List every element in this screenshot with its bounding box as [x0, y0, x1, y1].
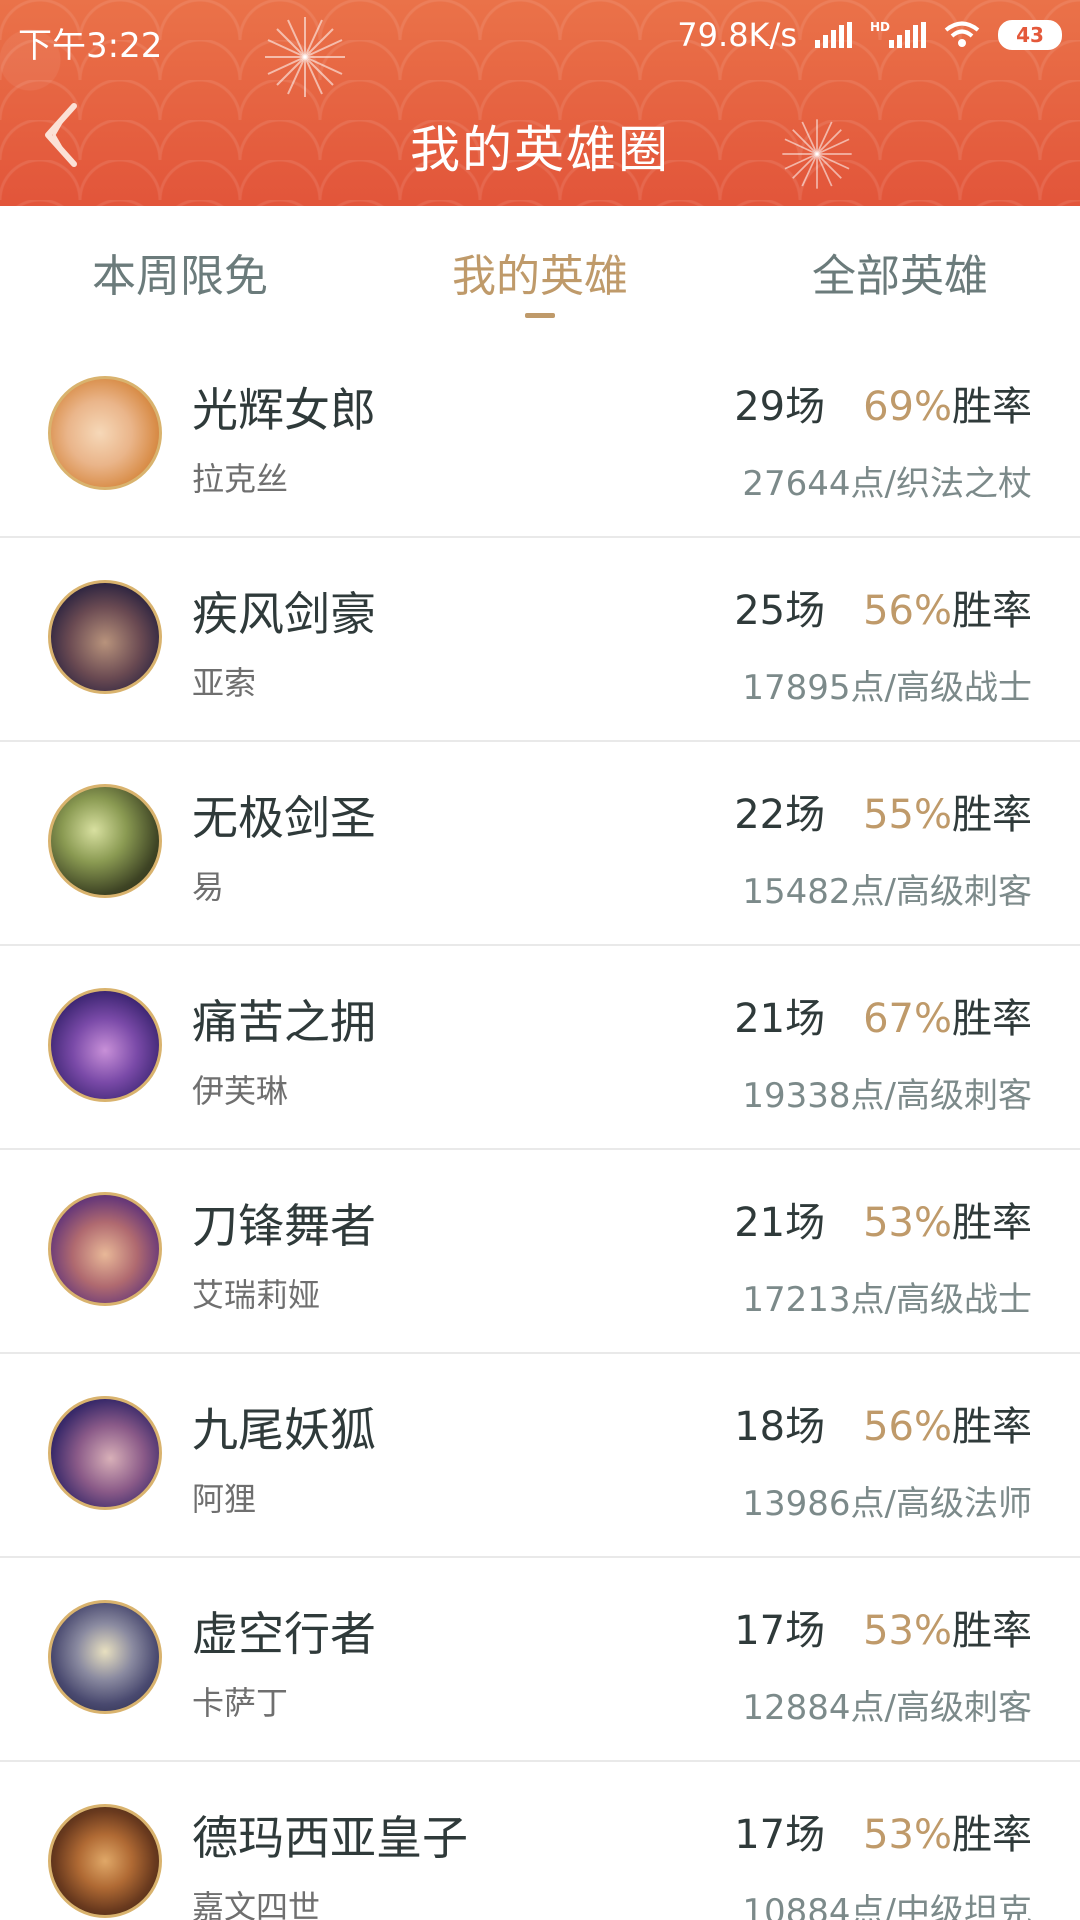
win-rate: 56% [863, 1404, 952, 1450]
win-rate: 67% [863, 996, 952, 1042]
avatar [48, 1600, 162, 1714]
hero-name: 艾瑞莉娅 [192, 1276, 321, 1314]
hero-stats: 18场 56%胜率 [734, 1394, 1032, 1452]
win-rate-label: 胜率 [952, 1608, 1032, 1654]
win-rate-label: 胜率 [952, 384, 1032, 430]
hero-stats: 29场 69%胜率 [734, 374, 1032, 432]
hero-title: 虚空行者 [192, 1607, 376, 1661]
tab-indicator [525, 313, 555, 318]
win-rate: 69% [863, 384, 952, 430]
win-rate: 55% [863, 792, 952, 838]
avatar [48, 784, 162, 898]
avatar [48, 988, 162, 1102]
hero-row[interactable]: 疾风剑豪 亚索 25场 56%胜率 17895点/高级战士 [0, 538, 1080, 742]
hero-name: 易 [192, 868, 225, 906]
win-rate-label: 胜率 [952, 792, 1032, 838]
signal-icon [814, 22, 852, 48]
hero-stats: 22场 55%胜率 [734, 782, 1032, 840]
hero-title: 疾风剑豪 [192, 587, 376, 641]
win-rate-label: 胜率 [952, 1404, 1032, 1450]
tab-label: 我的英雄 [452, 251, 628, 302]
win-rate-label: 胜率 [952, 1812, 1032, 1858]
hero-points: 12884点/高级刺客 [742, 1688, 1032, 1728]
network-speed: 79.8K/s [677, 16, 797, 54]
hero-title: 光辉女郎 [192, 383, 376, 437]
hero-row[interactable]: 虚空行者 卡萨丁 17场 53%胜率 12884点/高级刺客 [0, 1558, 1080, 1762]
hero-stats: 17场 53%胜率 [734, 1598, 1032, 1656]
avatar [48, 580, 162, 694]
tab-label: 全部英雄 [812, 251, 988, 302]
hero-points: 27644点/织法之杖 [742, 464, 1032, 504]
hero-points: 17895点/高级战士 [742, 668, 1032, 708]
games-count: 18场 [734, 1404, 826, 1450]
avatar [48, 1804, 162, 1918]
tab-all-heroes[interactable]: 全部英雄 [720, 206, 1080, 334]
tab-label: 本周限免 [92, 251, 268, 302]
hero-name: 拉克丝 [192, 460, 289, 498]
hero-points: 10884点/中级坦克 [742, 1892, 1032, 1920]
tab-my-heroes[interactable]: 我的英雄 [360, 206, 720, 334]
status-indicators: 79.8K/s HD 43 [677, 16, 1062, 54]
win-rate-label: 胜率 [952, 996, 1032, 1042]
tab-weekly-free[interactable]: 本周限免 [0, 206, 360, 334]
hero-row[interactable]: 痛苦之拥 伊芙琳 21场 67%胜率 19338点/高级刺客 [0, 946, 1080, 1150]
games-count: 17场 [734, 1608, 826, 1654]
games-count: 17场 [734, 1812, 826, 1858]
tab-bar: 本周限免 我的英雄 全部英雄 [0, 206, 1080, 334]
hero-name: 伊芙琳 [192, 1072, 289, 1110]
win-rate: 53% [863, 1608, 952, 1654]
hd-signal-icon: HD [869, 20, 926, 48]
hero-title: 刀锋舞者 [192, 1199, 376, 1253]
hero-row[interactable]: 无极剑圣 易 22场 55%胜率 15482点/高级刺客 [0, 742, 1080, 946]
win-rate-label: 胜率 [952, 588, 1032, 634]
page-title: 我的英雄圈 [410, 121, 670, 179]
games-count: 25场 [734, 588, 826, 634]
win-rate: 53% [863, 1812, 952, 1858]
hero-stats: 21场 53%胜率 [734, 1190, 1032, 1248]
hero-points: 19338点/高级刺客 [742, 1076, 1032, 1116]
hero-name: 阿狸 [192, 1480, 257, 1518]
games-count: 21场 [734, 996, 826, 1042]
hero-name: 亚索 [192, 664, 257, 702]
hd-label: HD [869, 20, 890, 34]
hero-row[interactable]: 德玛西亚皇子 嘉文四世 17场 53%胜率 10884点/中级坦克 [0, 1762, 1080, 1920]
games-count: 21场 [734, 1200, 826, 1246]
hero-title: 德玛西亚皇子 [192, 1811, 468, 1865]
hero-row[interactable]: 光辉女郎 拉克丝 29场 69%胜率 27644点/织法之杖 [0, 334, 1080, 538]
hero-name: 嘉文四世 [192, 1888, 321, 1920]
avatar [48, 1396, 162, 1510]
games-count: 29场 [734, 384, 826, 430]
hero-stats: 25场 56%胜率 [734, 578, 1032, 636]
win-rate: 53% [863, 1200, 952, 1246]
win-rate-label: 胜率 [952, 1200, 1032, 1246]
status-bar: 下午3:22 79.8K/s HD 43 [0, 0, 1080, 74]
wifi-icon [944, 21, 980, 47]
hero-title: 九尾妖狐 [192, 1403, 376, 1457]
hero-points: 13986点/高级法师 [742, 1484, 1032, 1524]
app-header: 下午3:22 79.8K/s HD 43 我的英雄圈 [0, 0, 1080, 206]
hero-points: 17213点/高级战士 [742, 1280, 1032, 1320]
battery-icon: 43 [998, 20, 1062, 50]
hero-row[interactable]: 九尾妖狐 阿狸 18场 56%胜率 13986点/高级法师 [0, 1354, 1080, 1558]
hero-points: 15482点/高级刺客 [742, 872, 1032, 912]
status-time: 下午3:22 [18, 26, 163, 66]
avatar [48, 1192, 162, 1306]
hero-title: 痛苦之拥 [192, 995, 376, 1049]
hero-title: 无极剑圣 [192, 791, 376, 845]
hero-list: 光辉女郎 拉克丝 29场 69%胜率 27644点/织法之杖 疾风剑豪 亚索 25… [0, 334, 1080, 1920]
hero-name: 卡萨丁 [192, 1684, 289, 1722]
hero-stats: 21场 67%胜率 [734, 986, 1032, 1044]
hero-stats: 17场 53%胜率 [734, 1802, 1032, 1860]
win-rate: 56% [863, 588, 952, 634]
games-count: 22场 [734, 792, 826, 838]
avatar [48, 376, 162, 490]
hero-row[interactable]: 刀锋舞者 艾瑞莉娅 21场 53%胜率 17213点/高级战士 [0, 1150, 1080, 1354]
